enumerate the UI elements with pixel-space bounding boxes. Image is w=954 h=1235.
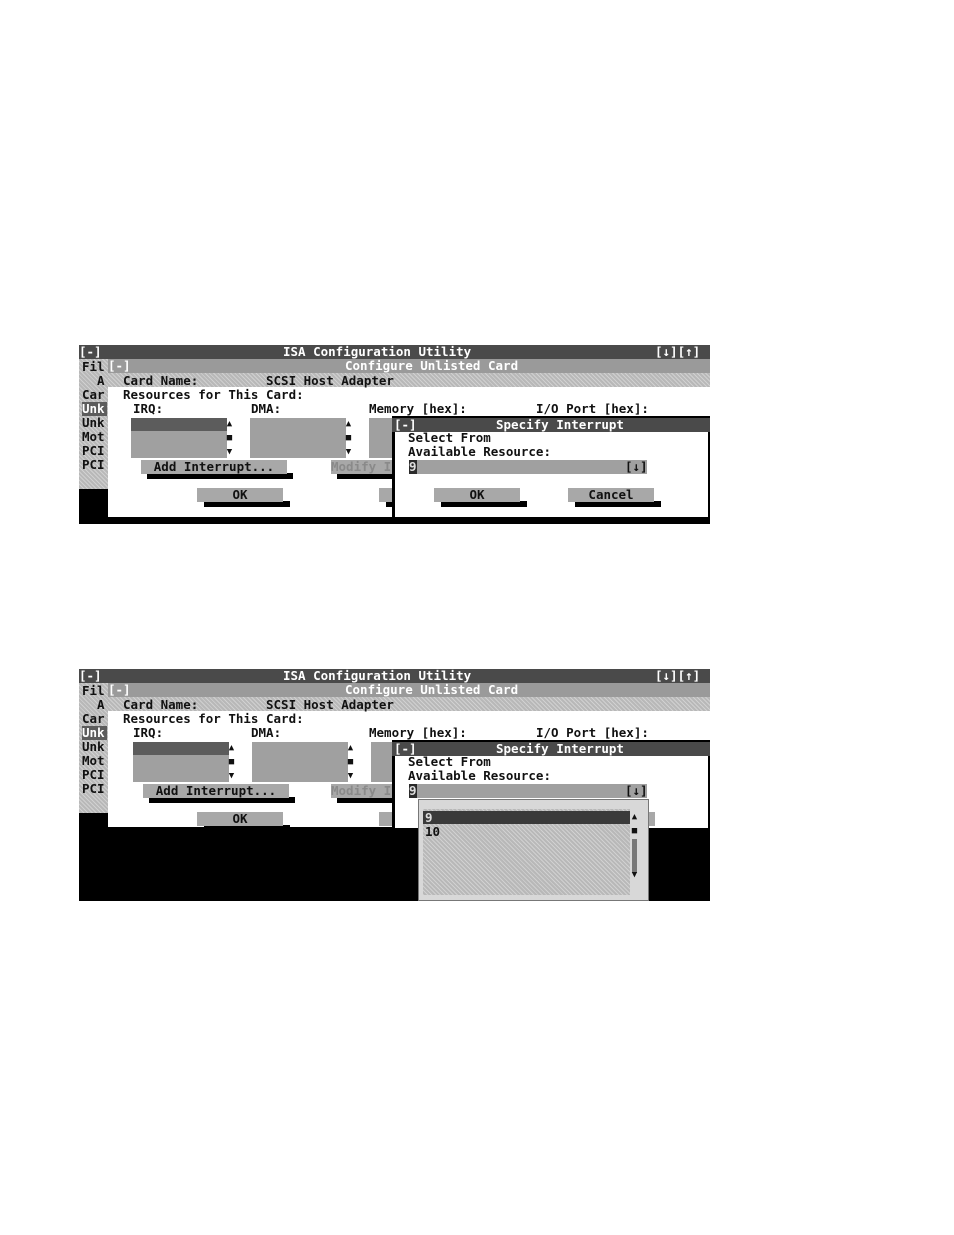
chevron-down-icon[interactable]: [↓] xyxy=(625,460,648,474)
modify-interrupt-button[interactable]: Modify I xyxy=(331,460,393,474)
side-list-item[interactable]: PCI xyxy=(82,444,105,458)
memory-list[interactable] xyxy=(369,418,393,458)
resource-dropdown[interactable] xyxy=(409,460,647,474)
memory-label: Memory [hex]: xyxy=(369,725,467,740)
scroll-up-icon[interactable]: ▲ xyxy=(346,742,355,754)
side-list-item[interactable]: PCI xyxy=(82,458,105,472)
irq-list-selection xyxy=(131,418,227,431)
dialog-system-menu[interactable]: [-] xyxy=(108,683,131,697)
configure-ok-button[interactable]: OK xyxy=(197,812,283,826)
specify-dialog-title: Specify Interrupt xyxy=(496,741,624,756)
side-list-item-selected[interactable]: Unk xyxy=(82,402,105,416)
specify-dialog-title: Specify Interrupt xyxy=(496,417,624,432)
side-list-item[interactable]: Car xyxy=(82,388,105,402)
resources-label: Resources for This Card: xyxy=(123,711,304,726)
resources-label: Resources for This Card: xyxy=(123,387,304,402)
add-interrupt-button[interactable]: Add Interrupt... xyxy=(143,784,289,798)
side-list-item[interactable]: A xyxy=(97,374,105,388)
specify-ok-button[interactable]: OK xyxy=(434,488,520,502)
scroll-up-icon[interactable]: ▲ xyxy=(225,418,234,430)
dma-label: DMA: xyxy=(251,401,282,416)
scroll-thumb-icon[interactable]: ■ xyxy=(227,756,236,768)
scroll-thumb-icon[interactable]: ■ xyxy=(225,432,234,444)
screen-edge xyxy=(79,813,108,827)
screenshot-top: [-] ISA Configuration Utility [↓][↑] Fil… xyxy=(79,345,710,524)
configure-dialog-title: Configure Unlisted Card xyxy=(345,682,519,697)
card-name-label: Card Name: xyxy=(123,373,199,388)
window-controls[interactable]: [↓][↑] xyxy=(655,345,700,359)
configure-ok-button[interactable]: OK xyxy=(197,488,283,502)
window-controls[interactable]: [↓][↑] xyxy=(655,669,700,683)
app-title-bar: [-] ISA Configuration Utility [↓][↑] xyxy=(79,345,710,359)
modify-interrupt-button[interactable]: Modify I xyxy=(331,784,393,798)
irq-label: IRQ: xyxy=(133,725,164,740)
irq-label: IRQ: xyxy=(133,401,164,416)
file-menu-stub[interactable]: Fil xyxy=(82,360,105,374)
memory-list[interactable] xyxy=(371,742,393,782)
io-port-label: I/O Port [hex]: xyxy=(536,725,649,740)
scroll-up-icon[interactable]: ▲ xyxy=(630,811,639,823)
add-interrupt-button[interactable]: Add Interrupt... xyxy=(141,460,287,474)
side-list-item[interactable]: PCI xyxy=(82,768,105,782)
system-menu-button[interactable]: [-] xyxy=(79,345,102,359)
configure-dialog-title-bar: [-] Configure Unlisted Card xyxy=(108,683,710,697)
side-list-item[interactable]: Unk xyxy=(82,740,105,754)
scroll-down-icon[interactable]: ▼ xyxy=(225,446,234,458)
scroll-thumb-icon[interactable]: ■ xyxy=(630,825,639,837)
dropdown-value: 9 xyxy=(409,783,417,798)
card-name-row xyxy=(108,697,710,711)
dropdown-value: 9 xyxy=(409,459,417,474)
side-list-item[interactable]: A xyxy=(97,698,105,712)
app-title-bar: [-] ISA Configuration Utility [↓][↑] xyxy=(79,669,710,683)
scroll-down-icon[interactable]: ▼ xyxy=(630,869,639,881)
irq-list-selection xyxy=(133,742,229,755)
card-name-value: SCSI Host Adapter xyxy=(266,697,394,712)
scroll-up-icon[interactable]: ▲ xyxy=(344,418,353,430)
dma-list[interactable] xyxy=(250,418,346,458)
memory-label: Memory [hex]: xyxy=(369,401,467,416)
dropdown-list-selection xyxy=(423,811,630,824)
configure-dialog-title: Configure Unlisted Card xyxy=(345,358,519,373)
resource-dropdown[interactable] xyxy=(409,784,647,798)
select-from-label: Select From xyxy=(408,754,491,769)
dma-label: DMA: xyxy=(251,725,282,740)
scroll-up-icon[interactable]: ▲ xyxy=(227,742,236,754)
app-title: ISA Configuration Utility xyxy=(283,669,472,683)
scroll-thumb-icon[interactable]: ■ xyxy=(346,756,355,768)
scroll-thumb-icon[interactable]: ■ xyxy=(344,432,353,444)
chevron-down-icon[interactable]: [↓] xyxy=(625,784,648,798)
scroll-down-icon[interactable]: ▼ xyxy=(227,770,236,782)
card-name-label: Card Name: xyxy=(123,697,199,712)
card-name-row xyxy=(108,373,710,387)
side-list-item[interactable]: PCI xyxy=(82,782,105,796)
system-menu-button[interactable]: [-] xyxy=(79,669,102,683)
card-name-value: SCSI Host Adapter xyxy=(266,373,394,388)
side-list-item[interactable]: Mot xyxy=(82,430,105,444)
available-resource-label: Available Resource: xyxy=(408,444,551,459)
io-port-label: I/O Port [hex]: xyxy=(536,401,649,416)
side-list-item-selected[interactable]: Unk xyxy=(82,726,105,740)
dropdown-option[interactable]: 10 xyxy=(425,825,440,839)
dma-list[interactable] xyxy=(252,742,348,782)
side-list-item[interactable]: Mot xyxy=(82,754,105,768)
screenshot-bottom: [-] ISA Configuration Utility [↓][↑] Fil… xyxy=(79,669,710,901)
hidden-button-stub[interactable] xyxy=(379,488,393,502)
scroll-track[interactable] xyxy=(632,839,637,873)
configure-dialog-title-bar: [-] Configure Unlisted Card xyxy=(108,359,710,373)
dialog-system-menu[interactable]: [-] xyxy=(108,359,131,373)
scroll-down-icon[interactable]: ▼ xyxy=(346,770,355,782)
hidden-button-stub[interactable] xyxy=(379,812,393,826)
available-resource-label: Available Resource: xyxy=(408,768,551,783)
cancel-button[interactable]: Cancel xyxy=(568,488,654,502)
screen-edge xyxy=(79,503,108,524)
file-menu-stub[interactable]: Fil xyxy=(82,684,105,698)
select-from-label: Select From xyxy=(408,430,491,445)
dropdown-option-selected[interactable]: 9 xyxy=(425,811,433,825)
app-title: ISA Configuration Utility xyxy=(283,345,472,359)
scroll-down-icon[interactable]: ▼ xyxy=(344,446,353,458)
side-list-item[interactable]: Car xyxy=(82,712,105,726)
side-list-item[interactable]: Unk xyxy=(82,416,105,430)
